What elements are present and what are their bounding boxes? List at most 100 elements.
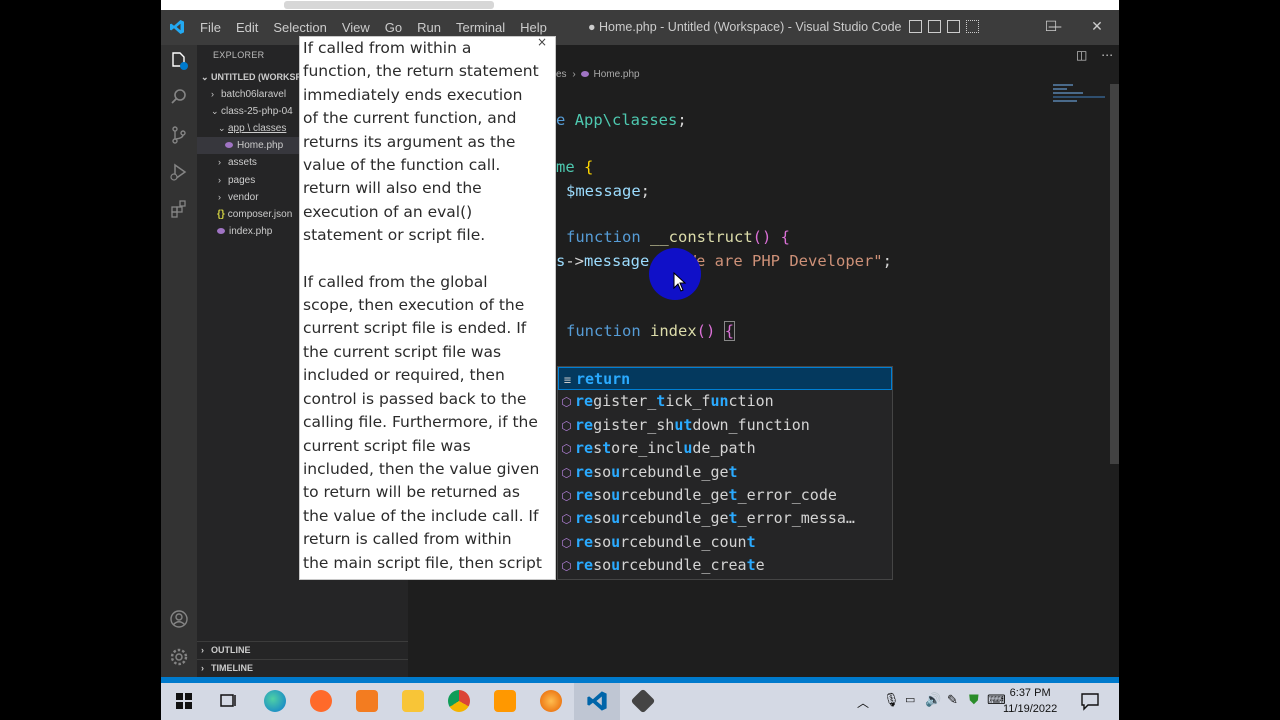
suggestion-label: resourcebundle_count	[575, 532, 756, 551]
chevron-down-icon: ⌄	[211, 106, 219, 116]
accounts-icon[interactable]	[169, 609, 189, 629]
maximize-button[interactable]: ☐	[1029, 10, 1073, 45]
task-view-icon[interactable]	[217, 690, 239, 712]
tree-item-pages[interactable]: › pages	[218, 172, 255, 189]
suggestion-item[interactable]: ⬡ resourcebundle_get	[558, 461, 892, 484]
menu-go[interactable]: Go	[385, 20, 402, 35]
tree-item-app-classes[interactable]: ⌄ app \ classes	[218, 120, 286, 137]
notifications-icon[interactable]	[1079, 690, 1101, 712]
menu-file[interactable]: File	[200, 20, 221, 35]
tree-item-label: vendor	[228, 192, 259, 203]
minimap[interactable]	[1053, 84, 1108, 114]
microphone-icon[interactable]: 🎙	[883, 692, 900, 720]
suggestion-item[interactable]: ⬡ register_shutdown_function	[558, 414, 892, 437]
method-cube-icon: ⬡	[561, 395, 572, 410]
layout-controls	[909, 20, 979, 33]
chrome-icon[interactable]	[448, 690, 470, 712]
suggestion-item[interactable]: ⬡ register_tick_function	[558, 390, 892, 413]
tree-item-class-25-php-04[interactable]: ⌄ class-25-php-04	[211, 103, 293, 120]
doc-line: current script file was	[303, 436, 471, 455]
sublime-text-icon[interactable]	[494, 690, 516, 712]
code-line-property: $message;	[566, 182, 650, 200]
code-line-assign: s->message = "We are PHP Developer";	[556, 252, 892, 270]
doc-line: immediately ends execution	[303, 85, 523, 104]
doc-line: statement or script file.	[303, 226, 486, 245]
doc-line: current script file is ended. If	[303, 319, 527, 338]
settings-gear-icon[interactable]	[169, 647, 189, 667]
code-line-class: me {	[556, 158, 594, 176]
search-icon[interactable]	[169, 87, 189, 107]
method-cube-icon: ⬡	[561, 535, 572, 550]
split-editor-icon[interactable]: ◫	[1076, 48, 1087, 62]
suggestion-widget[interactable]: ≡ return ⬡ register_tick_function ⬡ register_…	[557, 366, 893, 580]
workspace-label: UNTITLED (WORKSP...	[211, 72, 308, 82]
suggestion-item[interactable]: ≡ return	[558, 367, 892, 391]
suggestion-item[interactable]: ⬡ resourcebundle_get_error_messa…	[558, 507, 892, 530]
tray-chevron-icon[interactable]: ︿	[857, 694, 869, 720]
xampp-icon[interactable]	[356, 690, 378, 712]
network-icon[interactable]: ▭	[905, 693, 915, 720]
doc-line: returns its argument as the	[303, 132, 516, 151]
window-title: ● Home.php - Untitled (Workspace) - Visu…	[588, 20, 902, 34]
taskbar-clock[interactable]: 6:37 PM 11/19/2022	[1003, 685, 1057, 717]
timeline-section[interactable]: › TIMELINE	[197, 659, 408, 677]
outline-section[interactable]: › OUTLINE	[197, 641, 408, 659]
menu-selection[interactable]: Selection	[273, 20, 326, 35]
doc-line: If called from the global	[303, 272, 488, 291]
file-explorer-icon[interactable]	[402, 690, 424, 712]
vscode-taskbar-icon[interactable]	[586, 690, 608, 712]
extensions-icon[interactable]	[169, 199, 189, 219]
menu-view[interactable]: View	[342, 20, 370, 35]
edge-browser-icon[interactable]	[264, 690, 286, 712]
tree-item-batch06laravel[interactable]: › batch06laravel	[211, 86, 286, 103]
code-editor[interactable]: e App\classes; me { $message; function _…	[556, 0, 892, 341]
security-icon[interactable]: ⛊	[969, 692, 979, 720]
tree-item-vendor[interactable]: › vendor	[218, 189, 259, 206]
menu-help[interactable]: Help	[520, 20, 547, 35]
doc-line: calling file. Furthermore, if the	[303, 413, 538, 432]
pen-icon[interactable]: ✎	[947, 692, 958, 720]
doc-line: return is called from within	[303, 530, 512, 549]
suggestion-label: register_tick_function	[575, 392, 774, 411]
menu-edit[interactable]: Edit	[236, 20, 258, 35]
tree-item-label: assets	[228, 157, 257, 168]
editor-scrollbar[interactable]	[1110, 84, 1119, 464]
suggestion-label: register_shutdown_function	[575, 415, 810, 434]
menu-terminal[interactable]: Terminal	[456, 20, 505, 35]
chevron-right-icon: ›	[218, 175, 221, 185]
close-icon[interactable]: ×	[537, 37, 547, 49]
method-cube-icon: ⬡	[561, 465, 572, 480]
tree-item-assets[interactable]: › assets	[218, 154, 257, 171]
tree-item-composer-json[interactable]: {} composer.json	[217, 206, 292, 223]
breadcrumb-file[interactable]: Home.php	[593, 69, 639, 80]
toggle-sidebar-icon[interactable]	[909, 20, 922, 33]
doc-line: scope, then execution of the	[303, 296, 525, 315]
doc-line: If called from within a	[303, 39, 472, 57]
explorer-header: EXPLORER	[213, 50, 265, 60]
source-control-icon[interactable]	[169, 125, 189, 145]
windows-start-icon[interactable]	[173, 690, 195, 712]
close-window-button[interactable]: ✕	[1075, 10, 1119, 45]
toggle-secondary-sidebar-icon[interactable]	[947, 20, 960, 33]
postman-icon[interactable]	[310, 690, 332, 712]
doc-line: included, then the value given	[303, 459, 540, 478]
suggestion-label: restore_include_path	[575, 439, 756, 458]
suggestion-item[interactable]: ⬡ restore_include_path	[558, 437, 892, 460]
doc-line: included or required, then	[303, 366, 505, 385]
customize-layout-icon[interactable]	[966, 20, 979, 33]
suggestion-item[interactable]: ⬡ resourcebundle_count	[558, 531, 892, 554]
tree-item-index-php[interactable]: index.php	[217, 223, 272, 240]
toggle-panel-icon[interactable]	[928, 20, 941, 33]
git-client-icon[interactable]	[630, 688, 656, 714]
volume-icon[interactable]: 🔊	[925, 692, 941, 720]
explorer-icon[interactable]	[169, 51, 189, 71]
firefox-icon[interactable]	[540, 690, 562, 712]
suggestion-item[interactable]: ⬡ resourcebundle_get_error_code	[558, 484, 892, 507]
top-strip	[161, 0, 1119, 10]
workspace-root[interactable]: ⌄ UNTITLED (WORKSP...	[201, 69, 308, 86]
menu-run[interactable]: Run	[417, 20, 441, 35]
suggestion-item[interactable]: ⬡ resourcebundle_create	[558, 554, 892, 577]
more-actions-icon[interactable]: ⋯	[1101, 48, 1113, 62]
code-line-namespace: e App\classes;	[556, 111, 687, 129]
run-debug-icon[interactable]	[169, 162, 189, 182]
